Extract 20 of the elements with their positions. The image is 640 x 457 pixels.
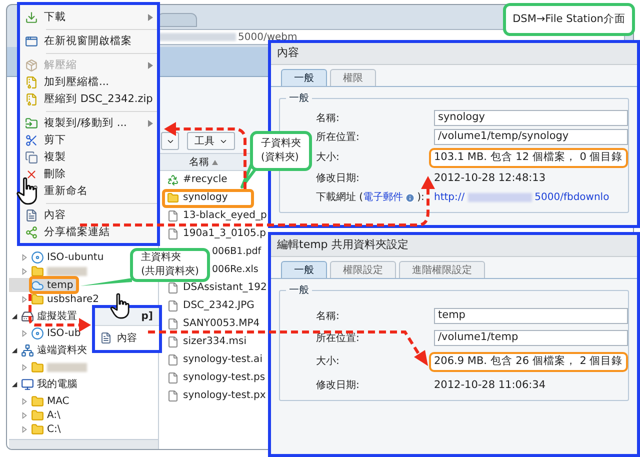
- field-label: 名稱:: [316, 310, 340, 324]
- section-title: 一般: [288, 284, 310, 298]
- field-label: 下載網址 (: [316, 190, 364, 206]
- section-title: 一般: [288, 92, 310, 106]
- field-label: 所在位置:: [316, 130, 360, 144]
- size-value: 206.9 MB. 包含 26 個檔案， 2 個目錄: [429, 352, 628, 372]
- field-label: 修改日期:: [316, 172, 360, 186]
- size-value: 103.1 MB. 包含 12 個檔案， 0 個目錄: [429, 148, 628, 168]
- field-label: 名稱:: [316, 112, 340, 126]
- field-label: 大小:: [316, 150, 340, 166]
- field-label: ):: [417, 191, 424, 206]
- field-label: 修改日期:: [316, 378, 360, 394]
- callout: 主資料夾 (共用資料夾): [130, 248, 210, 282]
- callout: DSM→File Station介面: [503, 3, 635, 36]
- field-value: 2012-10-28 11:06:34: [434, 378, 546, 393]
- field-label: 大小:: [316, 354, 340, 370]
- callout: 子資料夾 (資料夾): [250, 131, 312, 171]
- dialog-title: 內容: [271, 43, 637, 65]
- dialog-title: 編輯temp 共用資料夾設定: [271, 235, 637, 257]
- field-value: 2012-10-28 12:48:13: [434, 170, 546, 186]
